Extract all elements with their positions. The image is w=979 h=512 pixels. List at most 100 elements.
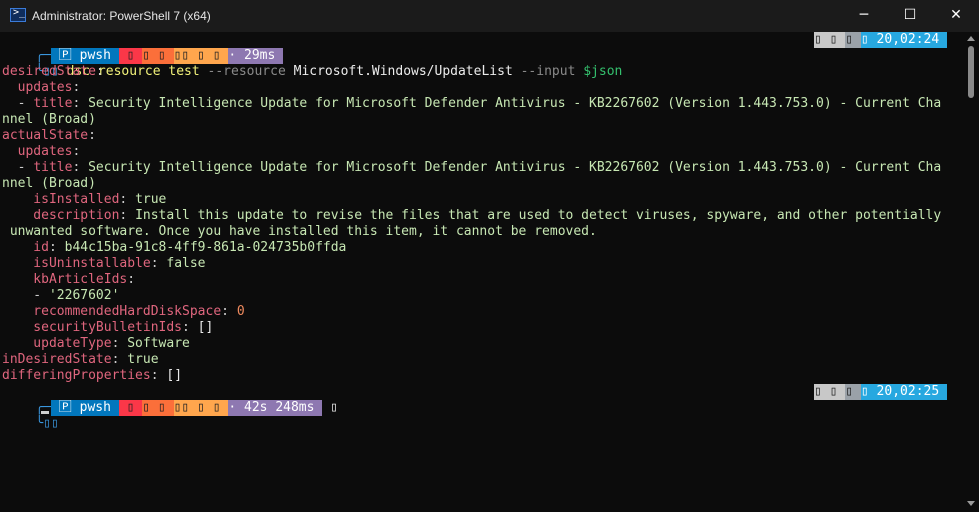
powershell-icon: >_ (10, 7, 26, 22)
right-prompt-segment: ▯ (845, 32, 861, 48)
output-token: updates (2, 80, 73, 95)
prompt-segment: ▯ (118, 400, 143, 416)
output-token: nnel (Broad) (2, 112, 96, 127)
close-button[interactable]: ✕ (933, 0, 979, 32)
output-token: : (88, 128, 96, 143)
output-token: false (166, 256, 206, 271)
output-token: true (135, 192, 167, 207)
output-line: description: Install this update to revi… (2, 208, 941, 224)
output-line: - title: Security Intelligence Update fo… (2, 96, 942, 112)
output-line: unwanted software. Once you have install… (2, 224, 597, 240)
prompt-segment: ▯▯ ▯ ▯ (173, 400, 229, 416)
output-token: actualState (2, 128, 89, 143)
vertical-scrollbar[interactable] (963, 32, 979, 512)
output-line: - title: Security Intelligence Update fo… (2, 160, 942, 176)
output-token: : (72, 144, 81, 159)
output-token: Install this update to revise the files … (135, 208, 942, 223)
prompt-corner-bottom: ╰▯▯ (35, 416, 67, 431)
scroll-thumb[interactable] (968, 46, 974, 98)
output-token: : (72, 160, 89, 175)
output-line: isInstalled: true (2, 192, 166, 208)
right-prompt-segment: ▯ (845, 384, 861, 400)
output-token: : (150, 256, 167, 271)
title-bar[interactable]: >_ Administrator: PowerShell 7 (x64) ─ ☐… (0, 0, 979, 32)
prompt-tail: ▯ (322, 400, 338, 415)
output-token: 0 (236, 304, 245, 319)
output-line: desiredState: (2, 64, 104, 80)
output-token: Software (127, 336, 190, 351)
output-token: : (72, 96, 89, 111)
scroll-up-arrow-icon[interactable] (967, 36, 975, 41)
output-token: : (127, 272, 136, 287)
output-line: - '2267602' (2, 288, 119, 304)
output-token: Security Intelligence Update for Microso… (88, 160, 942, 175)
command-line: ╰▯▯ dsc resource test --resource Microso… (4, 48, 622, 79)
output-token: updateType (2, 336, 112, 351)
output-token: id (2, 240, 49, 255)
input-line[interactable]: ╰▯▯ (4, 400, 67, 431)
output-token: [] (197, 320, 214, 335)
output-line: inDesiredState: true (2, 352, 159, 368)
prompt-line-1: ╭─ 🄿 pwsh ▯ ▯ ▯ ▯▯ ▯ ▯ · 29ms (4, 32, 284, 64)
output-token: kbArticleIds (2, 272, 128, 287)
output-token: recommendedHardDiskSpace (2, 304, 222, 319)
output-token: : (95, 64, 104, 79)
right-prompt-segment: ▯ ▯ (813, 32, 846, 48)
output-line: id: b44c15ba-91c8-4ff9-861a-024735b0ffda (2, 240, 346, 256)
window-title: Administrator: PowerShell 7 (x64) (32, 9, 211, 23)
right-prompt-segment: ▯ 20,02:24 (860, 32, 947, 48)
right-prompt-1: ▯ ▯ ▯ ▯ 20,02:24 (813, 32, 947, 48)
output-line: updates: (2, 80, 81, 96)
output-token: isInstalled (2, 192, 120, 207)
output-token: - (2, 160, 34, 175)
output-line: nnel (Broad) (2, 112, 96, 128)
argument-resource: Microsoft.Windows/UpdateList (293, 64, 513, 79)
output-line: recommendedHardDiskSpace: 0 (2, 304, 245, 320)
minimize-button[interactable]: ─ (841, 0, 887, 32)
output-token: updates (2, 144, 73, 159)
output-token: : (119, 192, 136, 207)
output-token: : (221, 304, 237, 319)
output-token: title (33, 96, 73, 111)
output-token: : (150, 368, 167, 383)
parameter-input: --input (520, 64, 576, 79)
prompt-segment: ▯ ▯ (142, 400, 174, 416)
output-line: differingProperties: [] (2, 368, 182, 384)
output-token: inDesiredState (2, 352, 112, 367)
output-token: nnel (Broad) (2, 176, 96, 191)
prompt-segments: 🄿 pwsh ▯ ▯ ▯ ▯▯ ▯ ▯ · 42s 248ms (50, 400, 323, 416)
output-token: '2267602' (48, 288, 120, 303)
output-token: description (2, 208, 120, 223)
terminal-area[interactable]: ╭─ 🄿 pwsh ▯ ▯ ▯ ▯▯ ▯ ▯ · 29ms ▯ ▯ ▯ ▯ 20… (0, 32, 963, 512)
output-token: unwanted software. Once you have install… (2, 224, 597, 239)
prompt-line-2: ╭─ 🄿 pwsh ▯ ▯ ▯ ▯▯ ▯ ▯ · 42s 248ms ▯ (4, 384, 338, 416)
output-token: title (33, 160, 73, 175)
output-token: : (111, 352, 128, 367)
output-token: - (2, 288, 49, 303)
right-prompt-segment: ▯ ▯ (813, 384, 846, 400)
output-token: b44c15ba-91c8-4ff9-861a-024735b0ffda (64, 240, 347, 255)
output-line: securityBulletinIds: [] (2, 320, 213, 336)
scroll-down-arrow-icon[interactable] (967, 501, 975, 506)
output-token: differingProperties (2, 368, 151, 383)
prompt-segment: · 42s 248ms (228, 400, 323, 416)
maximize-button[interactable]: ☐ (887, 0, 933, 32)
output-token: : (119, 208, 136, 223)
output-line: nnel (Broad) (2, 176, 96, 192)
output-line: updateType: Software (2, 336, 190, 352)
text-cursor (41, 411, 49, 414)
output-token: true (127, 352, 159, 367)
right-prompt-2: ▯ ▯ ▯ ▯ 20,02:25 (813, 384, 947, 400)
output-token: : (111, 336, 128, 351)
output-token: [] (166, 368, 183, 383)
output-line: updates: (2, 144, 81, 160)
output-token: securityBulletinIds (2, 320, 183, 335)
output-token: Security Intelligence Update for Microso… (88, 96, 942, 111)
output-token: : (72, 80, 81, 95)
parameter-resource: --resource (207, 64, 286, 79)
output-token: : (182, 320, 198, 335)
output-token: - (2, 96, 34, 111)
right-prompt-segment: ▯ 20,02:25 (860, 384, 947, 400)
variable-json: $json (583, 64, 623, 79)
output-token: isUninstallable (2, 256, 151, 271)
